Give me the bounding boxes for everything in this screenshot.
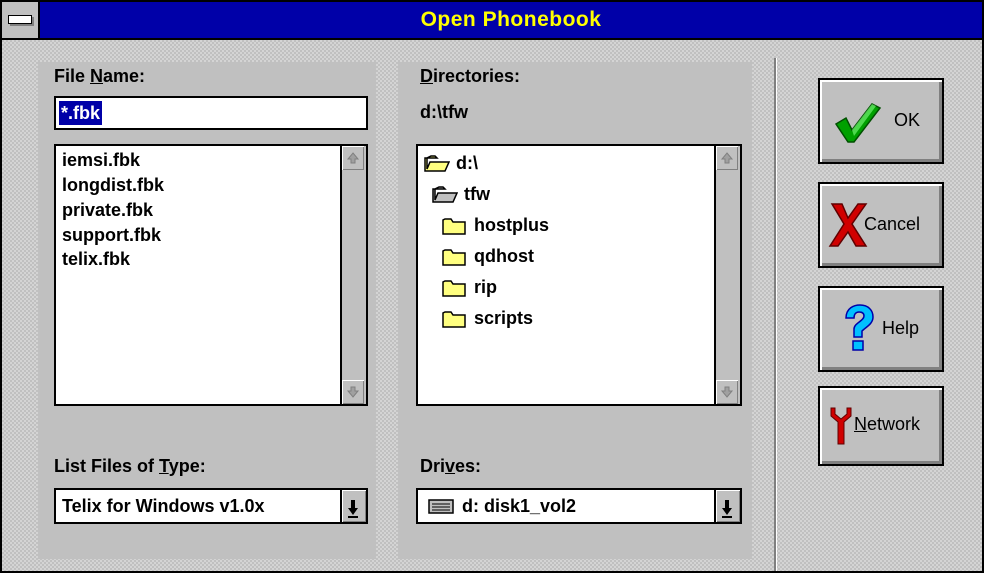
file-type-label-post: ype: [168,456,206,476]
title-bar: Open Phonebook [2,2,982,40]
directory-item-label: tfw [464,184,490,204]
scroll-up-button[interactable] [716,146,738,170]
file-type-label-mnemonic: T [159,456,169,476]
up-arrow-icon [346,152,360,164]
down-arrow-icon [346,386,360,398]
open-phonebook-dialog: Open Phonebook File Name: *.fbk iemsi.fb… [0,0,984,573]
file-name-panel: File Name: *.fbk iemsi.fbk longdist.fbk … [38,62,376,559]
directory-list-scrollbar[interactable] [714,146,740,404]
dropdown-arrow-icon [722,500,732,518]
file-name-label-pre: File [54,66,91,86]
file-list[interactable]: iemsi.fbk longdist.fbk private.fbk suppo… [54,144,368,406]
list-item[interactable]: telix.fbk [62,247,130,271]
separator [774,58,777,571]
scroll-down-button[interactable] [342,380,364,404]
directory-item-label: qdhost [474,246,534,266]
help-label: Help [882,318,920,338]
closed-folder-icon [442,280,466,297]
directory-list[interactable]: d:\ tfw hostplus qdhost rip scripts [416,144,742,406]
directory-item-label: hostplus [474,215,549,235]
file-type-dropdown-button[interactable] [340,490,366,522]
network-label-post: etwork [867,414,921,434]
ok-label: OK [894,110,921,130]
network-icon [830,407,852,445]
file-name-label-post: ame: [103,66,146,86]
closed-folder-icon [442,311,466,328]
drives-dropdown-button[interactable] [714,490,740,522]
file-list-scrollbar[interactable] [340,146,366,404]
cancel-button[interactable]: Cancel [818,182,944,268]
network-label-mnemonic: N [854,414,867,434]
file-type-dropdown[interactable]: Telix for Windows v1.0x [54,488,368,524]
down-arrow-icon [720,386,734,398]
file-name-label-mnemonic: N [90,66,104,86]
scroll-up-button[interactable] [342,146,364,170]
file-type-label: List Files of Type: [54,456,206,477]
closed-folder-icon [442,249,466,266]
drives-label: Drives: [420,456,481,477]
network-button[interactable]: Network [818,386,944,466]
checkmark-icon [834,103,882,143]
file-name-label: File Name: [54,66,145,87]
network-label: Network [854,414,920,435]
drives-dropdown[interactable]: d: disk1_vol2 [416,488,742,524]
cancel-x-icon [828,203,868,247]
directory-item-label: scripts [474,308,534,328]
file-name-input[interactable]: *.fbk [54,96,368,130]
current-path: d:\tfw [420,102,468,122]
cancel-label: Cancel [864,214,921,234]
file-type-label-pre: List Files of [54,456,160,476]
directories-label-mnemonic: D [420,66,433,86]
help-question-icon [845,304,874,351]
list-item[interactable]: support.fbk [62,223,161,247]
dropdown-arrow-icon [348,500,358,518]
drives-label-post: es: [455,456,482,476]
list-item[interactable]: iemsi.fbk [62,148,140,172]
directories-panel: Directories: d:\tfw d:\ tfw hostplus qdh… [398,62,752,559]
scroll-down-button[interactable] [716,380,738,404]
drives-label-pre: Dri [420,456,446,476]
dialog-body: File Name: *.fbk iemsi.fbk longdist.fbk … [2,40,982,571]
open-folder-icon [424,155,450,172]
system-menu-icon [8,15,32,24]
window-title: Open Phonebook [420,8,602,31]
drives-value: d: disk1_vol2 [462,496,577,516]
file-type-value: Telix for Windows v1.0x [62,496,265,516]
open-folder-icon [432,186,458,203]
system-menu-button[interactable] [2,2,40,38]
directories-label-post: irectories: [433,66,521,86]
directory-item-label: rip [474,277,498,297]
hard-drive-icon [428,499,454,514]
directories-label: Directories: [420,66,520,87]
closed-folder-icon [442,218,466,235]
file-name-value: *.fbk [59,101,103,125]
help-button[interactable]: Help [818,286,944,372]
list-item[interactable]: private.fbk [62,198,153,222]
up-arrow-icon [720,152,734,164]
directory-item-label: d:\ [456,153,478,173]
drives-label-mnemonic: v [445,456,456,476]
list-item[interactable]: longdist.fbk [62,173,164,197]
ok-button[interactable]: OK [818,78,944,164]
